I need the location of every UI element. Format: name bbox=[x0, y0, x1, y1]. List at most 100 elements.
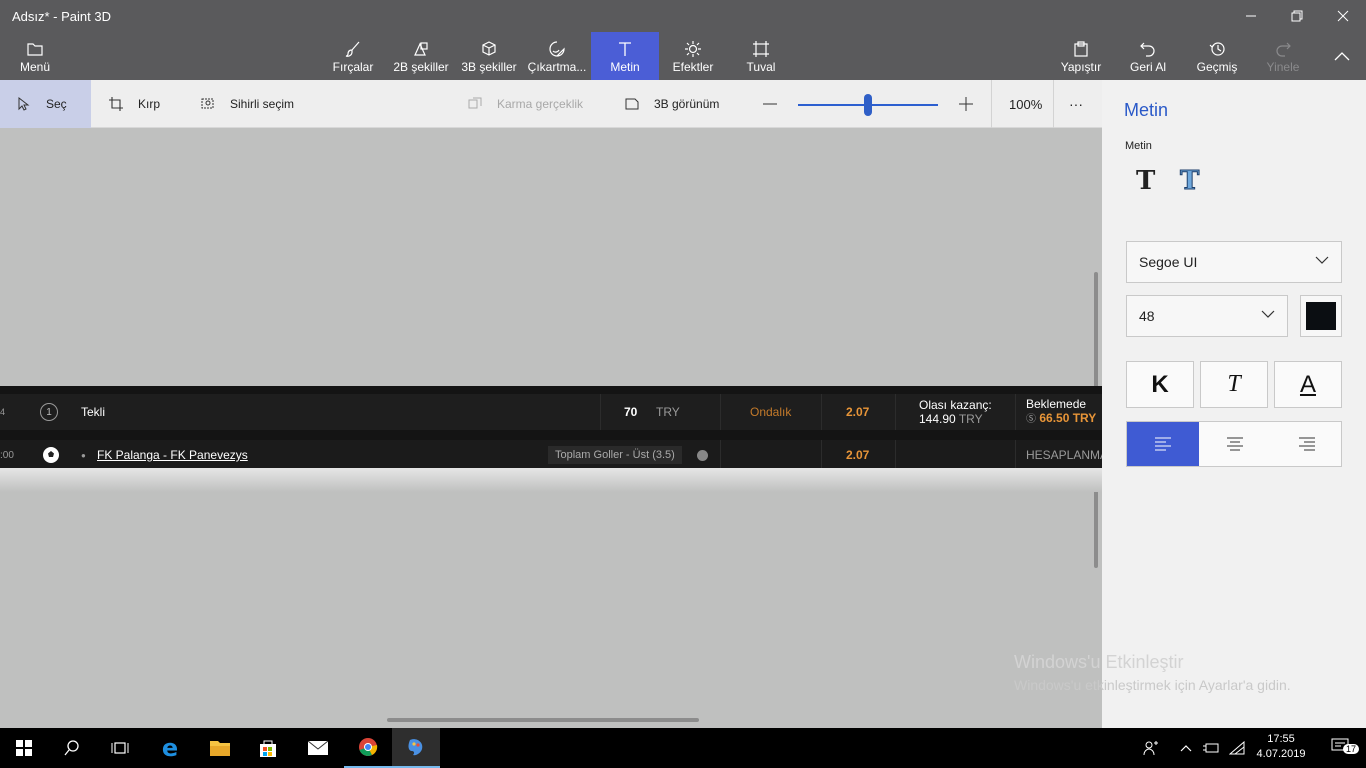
action-center-button[interactable]: 17 bbox=[1318, 728, 1362, 768]
file-explorer-app[interactable] bbox=[196, 728, 244, 768]
coin-icon: Ⓢ bbox=[1026, 414, 1036, 425]
text-3d-icon: T bbox=[1179, 166, 1200, 197]
mixed-reality-button[interactable]: Karma gerçeklik bbox=[467, 80, 583, 128]
history-icon bbox=[1209, 42, 1225, 56]
possible-win: Olası kazanç: 144.90 TRY bbox=[919, 394, 992, 430]
close-icon bbox=[1337, 10, 1349, 22]
stickers-label: Çıkartma... bbox=[527, 60, 587, 74]
possible-win-amount: 144.90 TRY bbox=[919, 412, 983, 426]
mixed-reality-icon bbox=[468, 97, 482, 109]
plus-icon bbox=[959, 97, 973, 111]
wifi-icon bbox=[1229, 741, 1245, 755]
odds-format: Ondalık bbox=[750, 405, 792, 419]
task-view-button[interactable] bbox=[96, 728, 144, 768]
search-button[interactable] bbox=[48, 728, 96, 768]
shapes3d-label: 3B şekiller bbox=[461, 60, 517, 74]
bold-button[interactable]: K bbox=[1126, 361, 1194, 408]
battery-plug-icon bbox=[1203, 743, 1219, 753]
bet-status: Beklemede Ⓢ 66.50 TRY bbox=[1026, 394, 1096, 430]
brushes-button[interactable]: Fırçalar bbox=[330, 32, 376, 80]
undo-button[interactable]: Geri Al bbox=[1126, 32, 1170, 80]
font-family-value: Segoe UI bbox=[1139, 254, 1198, 270]
color-swatch bbox=[1306, 302, 1336, 330]
font-size-select[interactable]: 48 bbox=[1126, 295, 1288, 337]
edge-app[interactable]: e bbox=[146, 728, 194, 768]
text-button[interactable]: Metin bbox=[591, 32, 659, 80]
mail-app[interactable] bbox=[294, 728, 342, 768]
cell-divider bbox=[895, 394, 896, 430]
shapes2d-button[interactable]: 2B şekiller bbox=[390, 32, 452, 80]
align-left-button[interactable] bbox=[1127, 422, 1199, 466]
wifi-status[interactable] bbox=[1226, 728, 1248, 768]
chevron-down-icon bbox=[1315, 253, 1329, 270]
cursor-arrow-icon bbox=[18, 96, 30, 111]
status-amount: 66.50 TRY bbox=[1039, 411, 1097, 425]
minimize-icon bbox=[1246, 15, 1256, 17]
shapes2d-label: 2B şekiller bbox=[393, 60, 449, 74]
people-button[interactable] bbox=[1136, 728, 1166, 768]
zoom-level[interactable]: 100% bbox=[1009, 80, 1042, 128]
system-clock[interactable]: 17:55 4.07.2019 bbox=[1256, 732, 1306, 762]
cell-divider bbox=[821, 440, 822, 470]
toolbar-divider bbox=[991, 80, 992, 128]
more-options-button[interactable]: ··· bbox=[1069, 80, 1083, 128]
horizontal-scrollbar[interactable] bbox=[387, 718, 699, 722]
football-icon bbox=[42, 440, 60, 470]
font-size-value: 48 bbox=[1139, 308, 1155, 324]
restore-icon bbox=[1291, 10, 1303, 22]
panel-title: Metin bbox=[1124, 100, 1169, 120]
battery-status[interactable] bbox=[1200, 728, 1222, 768]
redo-button[interactable]: Yinele bbox=[1262, 32, 1304, 80]
magic-select-button[interactable]: Sihirli seçim bbox=[200, 80, 294, 128]
effects-label: Efektler bbox=[672, 60, 714, 74]
italic-button[interactable]: T bbox=[1200, 361, 1268, 408]
zoom-in-button[interactable] bbox=[958, 80, 974, 128]
paint3d-app[interactable] bbox=[392, 728, 440, 768]
view3d-button[interactable]: 3B görünüm bbox=[624, 80, 719, 128]
restore-button[interactable] bbox=[1274, 0, 1320, 32]
text-color-picker[interactable] bbox=[1300, 295, 1342, 337]
close-button[interactable] bbox=[1320, 0, 1366, 32]
match-link[interactable]: FK Palanga - FK Panevezys bbox=[97, 440, 248, 470]
history-button[interactable]: Geçmiş bbox=[1194, 32, 1240, 80]
paint3d-icon bbox=[408, 739, 423, 756]
zoom-slider-thumb[interactable] bbox=[864, 94, 872, 116]
paste-label: Yapıştır bbox=[1060, 60, 1102, 74]
text-3d-button[interactable]: T bbox=[1179, 166, 1200, 197]
text-2d-button[interactable]: T bbox=[1136, 166, 1155, 196]
possible-win-label: Olası kazanç: bbox=[919, 398, 992, 412]
paste-button[interactable]: Yapıştır bbox=[1058, 32, 1104, 80]
canvas-crop-icon bbox=[753, 41, 769, 57]
store-app[interactable] bbox=[244, 728, 292, 768]
underline-button[interactable]: A bbox=[1274, 361, 1342, 408]
effects-button[interactable]: Efektler bbox=[668, 32, 718, 80]
canvas-label: Tuval bbox=[746, 60, 776, 74]
cell-divider bbox=[821, 394, 822, 430]
select-tool-button[interactable]: Seç bbox=[0, 80, 91, 128]
alignment-group bbox=[1126, 421, 1342, 467]
start-button[interactable] bbox=[0, 728, 48, 768]
clipboard-icon bbox=[1074, 41, 1088, 57]
collapse-ribbon-button[interactable] bbox=[1322, 32, 1362, 80]
align-center-button[interactable] bbox=[1199, 422, 1271, 466]
menu-button[interactable]: Menü bbox=[8, 32, 62, 80]
align-right-button[interactable] bbox=[1271, 422, 1343, 466]
align-center-icon bbox=[1227, 437, 1243, 451]
stickers-button[interactable]: Çıkartma... bbox=[526, 32, 588, 80]
minimize-button[interactable] bbox=[1228, 0, 1274, 32]
bet-currency: TRY bbox=[656, 405, 680, 419]
bet-odds: 2.07 bbox=[846, 405, 870, 419]
crop-tool-button[interactable]: Kırp bbox=[108, 80, 160, 128]
bullet-icon: ● bbox=[81, 450, 86, 460]
font-family-select[interactable]: Segoe UI bbox=[1126, 241, 1342, 283]
canvas-button[interactable]: Tuval bbox=[740, 32, 782, 80]
chrome-app[interactable] bbox=[344, 728, 392, 768]
mixed-reality-label: Karma gerçeklik bbox=[497, 97, 584, 111]
zoom-out-button[interactable] bbox=[762, 80, 778, 128]
market-label: Toplam Goller - Üst (3.5) bbox=[548, 446, 682, 464]
chevron-up-icon bbox=[1180, 745, 1192, 752]
redo-label: Yinele bbox=[1266, 60, 1300, 74]
shapes3d-button[interactable]: 3B şekiller bbox=[458, 32, 520, 80]
text-2d-icon: T bbox=[1136, 166, 1156, 196]
show-hidden-icons-button[interactable] bbox=[1176, 728, 1196, 768]
